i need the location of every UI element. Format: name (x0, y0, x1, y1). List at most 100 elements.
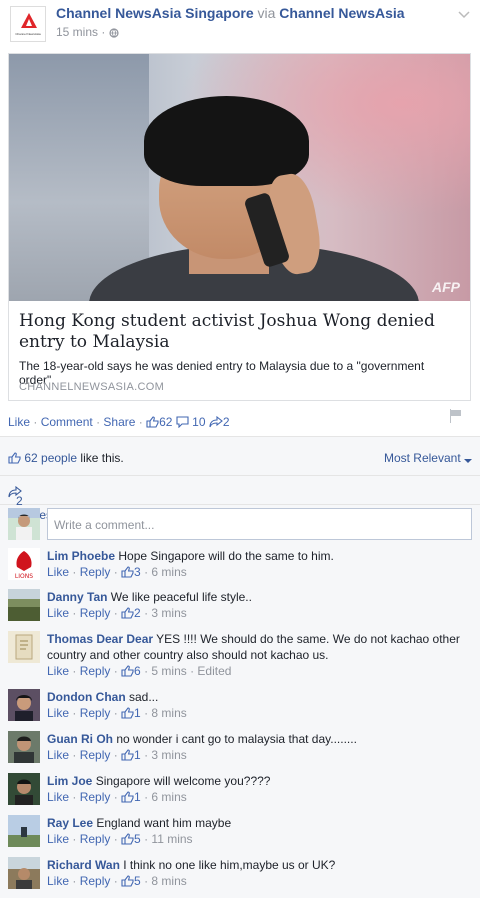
commenter-name[interactable]: Guan Ri Oh (47, 732, 113, 746)
post-header: Channel NewsAsia Channel NewsAsia Singap… (10, 5, 470, 42)
commenter-name[interactable]: Richard Wan (47, 858, 120, 872)
comment-meta: Like · Reply · 1 · 3 mins (47, 748, 187, 762)
commenter-avatar[interactable] (8, 689, 40, 721)
commenter-name[interactable]: Ray Lee (47, 816, 93, 830)
page-avatar[interactable]: Channel NewsAsia (10, 6, 46, 42)
comment-time[interactable]: 3 mins (151, 606, 186, 620)
article-image[interactable]: AFP (9, 54, 470, 301)
comment-like-link[interactable]: Like (47, 606, 69, 620)
comment-composer: Write a comment... (8, 508, 472, 540)
likers-link[interactable]: 62 people (24, 451, 77, 465)
share-count[interactable]: 2 (223, 415, 230, 429)
thumbs-up-icon (121, 749, 134, 761)
flag-icon[interactable] (450, 409, 462, 423)
comment-like-link[interactable]: Like (47, 832, 69, 846)
comment-reply-link[interactable]: Reply (80, 832, 111, 846)
article-title[interactable]: Hong Kong student activist Joshua Wong d… (19, 311, 460, 353)
comment-meta: Like · Reply · 3 · 6 mins (47, 565, 187, 579)
like-count[interactable]: 62 (159, 415, 172, 429)
commenter-name[interactable]: Lim Phoebe (47, 549, 115, 563)
comment-item: Dondon Chan sad... Like · Reply · 1 · 8 m… (8, 689, 472, 729)
comment-like-link[interactable]: Like (47, 565, 69, 579)
comment-time[interactable]: 6 mins (151, 790, 186, 804)
chevron-down-icon[interactable] (458, 8, 470, 22)
via-page-link[interactable]: Channel NewsAsia (279, 5, 404, 21)
share-link[interactable]: Share (103, 415, 135, 429)
comment-like-link[interactable]: Like (47, 706, 69, 720)
post-time[interactable]: 15 mins (56, 25, 98, 39)
comment-like-count[interactable]: 1 (134, 790, 141, 804)
comment-item: LIONS Lim Phoebe Hope Singapore will do t… (8, 548, 472, 588)
comment-reply-link[interactable]: Reply (80, 874, 111, 888)
comment-like-count[interactable]: 5 (134, 832, 141, 846)
like-link[interactable]: Like (8, 415, 30, 429)
post-timestamp: 15 mins · (56, 25, 119, 39)
comment-text: I think no one like him,maybe us or UK? (123, 858, 336, 872)
commenter-avatar[interactable] (8, 731, 40, 763)
comment-reply-link[interactable]: Reply (80, 606, 111, 620)
post-card: Channel NewsAsia Channel NewsAsia Singap… (0, 0, 480, 437)
likes-summary: 62 people like this. Most Relevant (0, 437, 480, 476)
comment-item: Ray Lee England want him maybe Like · Rep… (8, 815, 472, 855)
comment-meta: Like · Reply · 5 · 8 mins (47, 874, 187, 888)
user-avatar[interactable] (8, 508, 40, 540)
thumbs-up-icon (121, 833, 134, 845)
comment-like-count[interactable]: 6 (134, 664, 141, 678)
comment-body: Dondon Chan sad... Like · Reply · 1 · 8 m… (47, 689, 472, 721)
comment-reply-link[interactable]: Reply (80, 790, 111, 804)
comment-time[interactable]: 5 mins (151, 664, 186, 678)
commenter-name[interactable]: Thomas Dear Dear (47, 632, 153, 646)
commenter-avatar[interactable]: LIONS (8, 548, 40, 580)
comment-text: sad... (129, 690, 159, 704)
thumbs-up-icon (121, 607, 134, 619)
comment-item: Richard Wan I think no one like him,mayb… (8, 857, 472, 897)
comment-text: Hope Singapore will do the same to him. (118, 549, 334, 563)
comment-time[interactable]: 8 mins (151, 874, 186, 888)
page-name-link[interactable]: Channel NewsAsia Singapore (56, 5, 254, 21)
commenter-avatar[interactable] (8, 773, 40, 805)
image-credit: AFP (432, 279, 460, 295)
via-text: via (257, 5, 276, 21)
comment-body: Guan Ri Oh no wonder i cant go to malays… (47, 731, 472, 763)
comment-like-count[interactable]: 1 (134, 748, 141, 762)
comment-body: Lim Phoebe Hope Singapore will do the sa… (47, 548, 472, 580)
comment-like-count[interactable]: 1 (134, 706, 141, 720)
comment-like-count[interactable]: 3 (134, 565, 141, 579)
comment-time[interactable]: 8 mins (151, 706, 186, 720)
comment-meta: Like · Reply · 1 · 6 mins (47, 790, 187, 804)
commenter-avatar[interactable] (8, 631, 40, 663)
commenter-avatar[interactable] (8, 589, 40, 621)
comment-meta: Like · Reply · 6 · 5 mins · Edited (47, 664, 232, 678)
comment-text: England want him maybe (96, 816, 232, 830)
link-preview-card[interactable]: AFP Hong Kong student activist Joshua Wo… (8, 53, 471, 401)
comment-time[interactable]: 6 mins (151, 565, 186, 579)
commenter-name[interactable]: Lim Joe (47, 774, 92, 788)
comment-reply-link[interactable]: Reply (80, 748, 111, 762)
commenter-avatar[interactable] (8, 857, 40, 889)
comment-link[interactable]: Comment (41, 415, 93, 429)
comment-reply-link[interactable]: Reply (80, 664, 111, 678)
comment-edited[interactable]: Edited (197, 664, 231, 678)
comment-like-count[interactable]: 2 (134, 606, 141, 620)
comment-reply-link[interactable]: Reply (80, 706, 111, 720)
comment-like-count[interactable]: 5 (134, 874, 141, 888)
commenter-name[interactable]: Danny Tan (47, 590, 107, 604)
comment-time[interactable]: 3 mins (151, 748, 186, 762)
comment-like-link[interactable]: Like (47, 790, 69, 804)
comment-like-link[interactable]: Like (47, 748, 69, 762)
comment-body: Lim Joe Singapore will welcome you???? Li… (47, 773, 472, 805)
shares-link[interactable]: 2 shares (8, 485, 52, 522)
comment-input[interactable]: Write a comment... (47, 508, 472, 540)
comment-item: Lim Joe Singapore will welcome you???? Li… (8, 773, 472, 813)
comment-time[interactable]: 11 mins (151, 832, 192, 846)
comment-count[interactable]: 10 (192, 415, 205, 429)
sort-dropdown[interactable]: Most Relevant (384, 451, 472, 465)
comment-reply-link[interactable]: Reply (80, 565, 111, 579)
comment-meta: Like · Reply · 1 · 8 mins (47, 706, 187, 720)
likes-suffix: like this. (80, 451, 124, 465)
comment-like-link[interactable]: Like (47, 664, 69, 678)
commenter-avatar[interactable] (8, 815, 40, 847)
comment-body: Thomas Dear Dear YES !!!! We should do t… (47, 631, 472, 679)
comment-like-link[interactable]: Like (47, 874, 69, 888)
commenter-name[interactable]: Dondon Chan (47, 690, 126, 704)
